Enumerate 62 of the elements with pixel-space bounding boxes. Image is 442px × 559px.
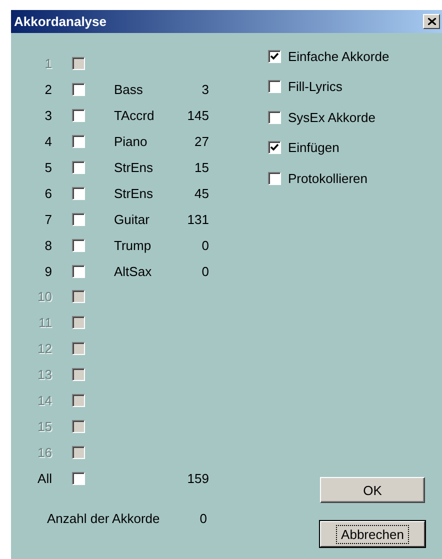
checkbox[interactable] — [72, 186, 85, 200]
track-number: 9 — [44, 264, 52, 279]
chord-total-label: Anzahl der Akkorde — [47, 510, 161, 526]
instrument-name: Bass — [114, 82, 144, 98]
chord-count: 27 — [194, 134, 209, 150]
track-number: 7 — [44, 212, 52, 227]
instrument-name: StrEns — [114, 160, 154, 175]
chord-count: 0 — [200, 238, 209, 253]
all-label: All — [36, 470, 52, 486]
option-label: Protokollieren — [288, 170, 368, 186]
track-number: 15 — [36, 418, 52, 434]
checkbox[interactable] — [72, 161, 85, 174]
option-label: Einfügen — [288, 140, 340, 156]
track-number: 12 — [36, 341, 52, 356]
checkbox[interactable] — [72, 83, 85, 96]
cancel-button[interactable]: Abbrechen — [320, 521, 425, 547]
checkmark-icon — [270, 143, 279, 152]
chord-count: 15 — [194, 160, 209, 175]
chord-total-value: 0 — [198, 510, 207, 526]
instrument-name: Trump — [114, 238, 152, 253]
checkbox[interactable] — [72, 238, 85, 252]
chord-count: 3 — [200, 82, 209, 98]
checkbox[interactable] — [72, 212, 85, 226]
track-number: 4 — [44, 134, 52, 150]
track-number: 16 — [36, 444, 52, 460]
track-number: 2 — [44, 82, 52, 98]
track-number: 5 — [44, 160, 52, 175]
chord-count: 145 — [186, 108, 209, 124]
total-count: 159 — [186, 470, 209, 486]
close-button[interactable] — [423, 14, 440, 29]
checkmark-icon — [270, 52, 279, 61]
ok-button[interactable]: OK — [320, 477, 425, 503]
checkbox[interactable] — [72, 264, 85, 278]
track-number: 3 — [44, 108, 52, 124]
window-title: Akkordanalyse — [14, 14, 106, 29]
track-number: 10 — [36, 289, 52, 304]
track-number: 8 — [44, 238, 52, 253]
track-number: 13 — [36, 367, 52, 382]
option-label: SysEx Akkorde — [288, 110, 376, 125]
checkbox[interactable] — [72, 472, 85, 485]
instrument-name: Guitar — [114, 212, 150, 227]
option-label: Einfache Akkorde — [288, 48, 390, 64]
checkbox[interactable] — [268, 141, 281, 154]
track-number: 11 — [38, 315, 52, 330]
checkbox[interactable] — [268, 110, 281, 124]
track-number: 6 — [44, 186, 52, 201]
checkbox[interactable] — [268, 80, 281, 94]
close-icon — [428, 18, 436, 25]
chord-count: 131 — [186, 212, 209, 227]
checkbox[interactable] — [268, 50, 281, 63]
instrument-name: StrEns — [114, 186, 154, 201]
instrument-name: TAccrd — [114, 108, 156, 124]
chord-count: 0 — [200, 264, 209, 279]
checkbox[interactable] — [268, 172, 281, 185]
checkbox[interactable] — [72, 109, 85, 122]
checkbox[interactable] — [72, 135, 85, 148]
chord-count: 45 — [194, 186, 209, 201]
instrument-name: AltSax — [114, 264, 153, 279]
instrument-name: Piano — [114, 134, 148, 150]
track-number: 14 — [36, 393, 52, 408]
track-number: 1 — [44, 56, 52, 72]
option-label: Fill-Lyrics — [288, 79, 342, 94]
